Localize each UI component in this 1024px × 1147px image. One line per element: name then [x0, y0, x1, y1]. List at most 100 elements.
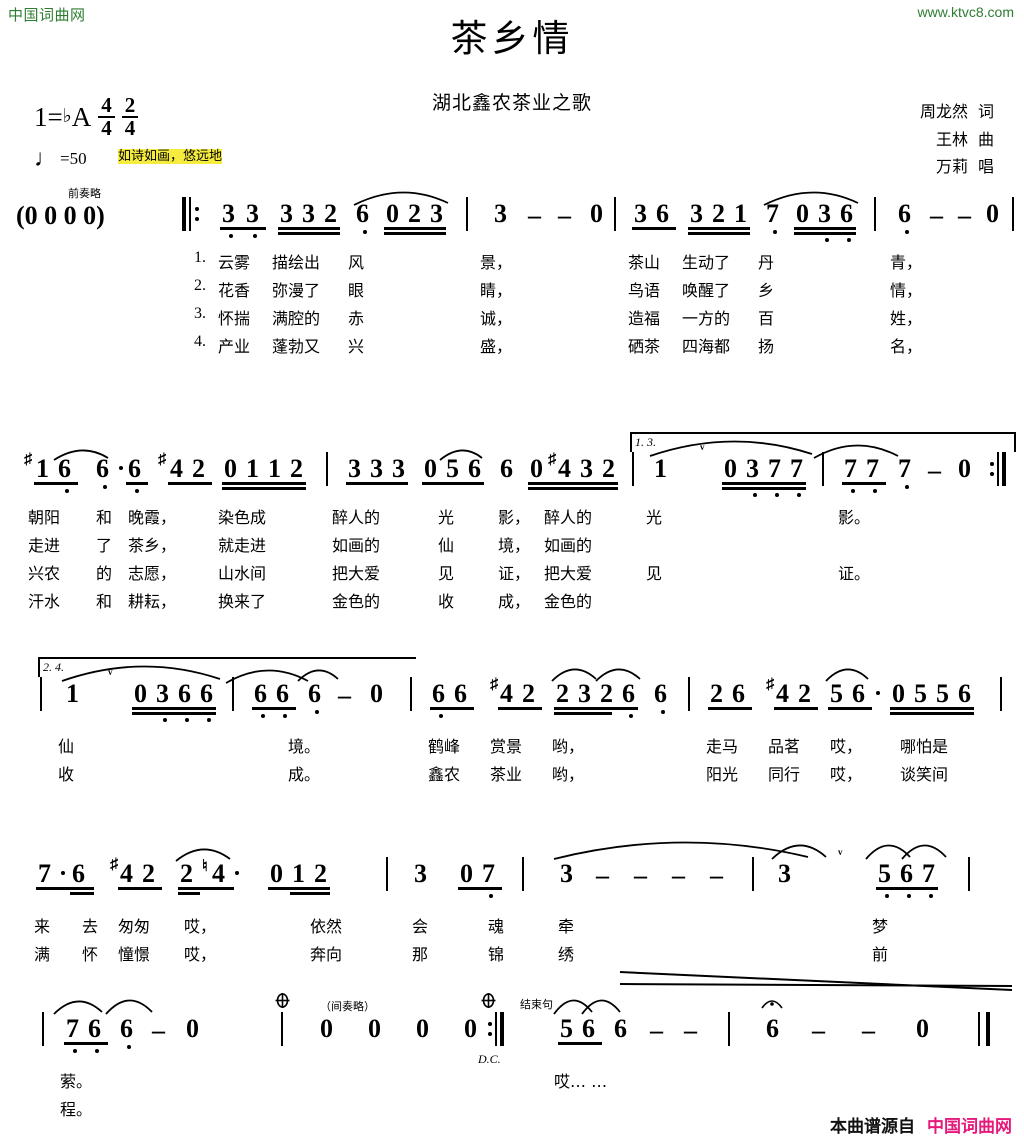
beam: [708, 707, 752, 710]
sustain-dash: –: [928, 456, 941, 485]
lyric-cell: 丹: [758, 253, 775, 272]
system-5-lyric-verse-1: 萦。 哎… …: [0, 1068, 1024, 1096]
barline: [632, 452, 634, 486]
note: 4: [776, 679, 789, 708]
lyric-cell: 见: [646, 564, 663, 583]
lyric-cell: 收: [438, 592, 455, 611]
lyric-cell: 姓，: [890, 309, 923, 328]
note: 6: [656, 199, 669, 228]
repeat-end-icon: [488, 1012, 506, 1046]
octave-dot-low: [229, 234, 233, 238]
slur-icon: [813, 444, 899, 459]
beam: [118, 887, 162, 890]
lyric-cell: 景，: [480, 253, 513, 272]
time-sig-1-numerator: 4: [98, 95, 115, 118]
sustain-dash: –: [558, 201, 571, 230]
octave-dot-low: [825, 238, 829, 242]
beam: [384, 227, 446, 230]
time-signature-2: 2 4: [121, 95, 139, 139]
note: 0: [464, 1014, 477, 1043]
lyric-cell: 成。: [288, 765, 321, 784]
beam: [36, 887, 94, 890]
sustain-dash: –: [672, 861, 685, 890]
octave-dot-low: [629, 714, 633, 718]
lyric-cell: 赤: [348, 309, 365, 328]
lyric-cell: 弥漫了: [272, 281, 321, 300]
lyric-cell: 风: [348, 253, 365, 272]
beam: [876, 887, 938, 890]
lyric-cell: 茶乡，: [128, 536, 177, 555]
page-title: 茶乡情: [450, 17, 574, 60]
lyric-cell: 山水间: [218, 564, 267, 583]
note: 0: [368, 1014, 381, 1043]
quarter-note-icon: ♩: [34, 146, 58, 172]
sustain-dash: –: [596, 861, 609, 890]
beam: [722, 487, 806, 490]
note: 2: [290, 454, 303, 483]
octave-dot-low: [661, 710, 665, 714]
intro-rests: (0 0 0 0): [16, 201, 105, 230]
slur-icon: [901, 844, 947, 860]
lyric-cell: 耕耘，: [128, 592, 177, 611]
lyric-cell: 百: [758, 309, 775, 328]
octave-dot-low: [185, 718, 189, 722]
beam: [64, 1042, 108, 1045]
beam: [498, 707, 542, 710]
final-barline-thick: [986, 1012, 990, 1046]
slur-icon: [439, 449, 483, 461]
note: 3: [246, 199, 259, 228]
lyric-cell: 怀揣: [218, 309, 251, 328]
octave-dot-low: [135, 489, 139, 493]
octave-dot-low: [163, 718, 167, 722]
octave-dot-low: [929, 894, 933, 898]
octave-dot-low: [907, 894, 911, 898]
verse-number: 2.: [194, 277, 206, 294]
sharp-icon: ♯: [158, 451, 166, 468]
note: 1: [36, 454, 49, 483]
lyric-cell: 青，: [890, 253, 923, 272]
note: 6: [958, 679, 971, 708]
lyric-cell: 仙: [438, 536, 455, 555]
lyric-cell: 魂: [488, 917, 505, 936]
lyric-cell: 哎，: [830, 765, 863, 784]
note: 3: [392, 454, 405, 483]
lyric-cell: 了: [96, 536, 113, 555]
lyric-cell: 哎，: [830, 737, 863, 756]
barline: [326, 452, 328, 486]
lyric-cell: 哎… …: [554, 1072, 608, 1091]
augmentation-dot: [119, 466, 123, 470]
beam: [422, 482, 484, 485]
note: 6: [454, 679, 467, 708]
sustain-dash: –: [152, 1016, 165, 1045]
note: 0: [134, 679, 147, 708]
note: 3: [778, 859, 791, 888]
lyric-cell: 哟，: [552, 765, 585, 784]
beam: [632, 227, 676, 230]
note: 5: [936, 679, 949, 708]
slur-icon: [771, 844, 827, 860]
composer-name: 王林: [935, 129, 968, 149]
lyric-cell: 谈笑间: [900, 765, 949, 784]
note: 6: [88, 1014, 101, 1043]
slur-icon: [551, 668, 597, 682]
note: 0: [186, 1014, 199, 1043]
beam: [554, 712, 612, 715]
verse-number: 4.: [194, 333, 206, 350]
system-3: 2. 4. 1 ᵛ 0 3 6 6 6 6 6 – 0 6 6 ♯ 4 2 2 …: [0, 657, 1024, 784]
note: 0: [986, 199, 999, 228]
note: 2: [142, 859, 155, 888]
note: 6: [614, 1014, 627, 1043]
note: 7: [38, 859, 51, 888]
lyric-cell: 云雾: [218, 253, 251, 272]
octave-dot-low: [261, 714, 265, 718]
tempo-equals: =: [60, 149, 70, 168]
sustain-dash: –: [634, 861, 647, 890]
beam: [890, 707, 974, 710]
beam: [842, 482, 886, 485]
system-2-notes: ♯ 1 6 6 6 ♯ 4 2 0 1 1 2 3 3 3 0 5 6 6 0: [0, 432, 1024, 502]
note: 6: [308, 679, 321, 708]
note: 0: [460, 859, 473, 888]
lyric-cell: 诚，: [480, 309, 513, 328]
lyric-cell: 染色成: [218, 508, 267, 527]
slur-icon: [53, 1000, 103, 1015]
